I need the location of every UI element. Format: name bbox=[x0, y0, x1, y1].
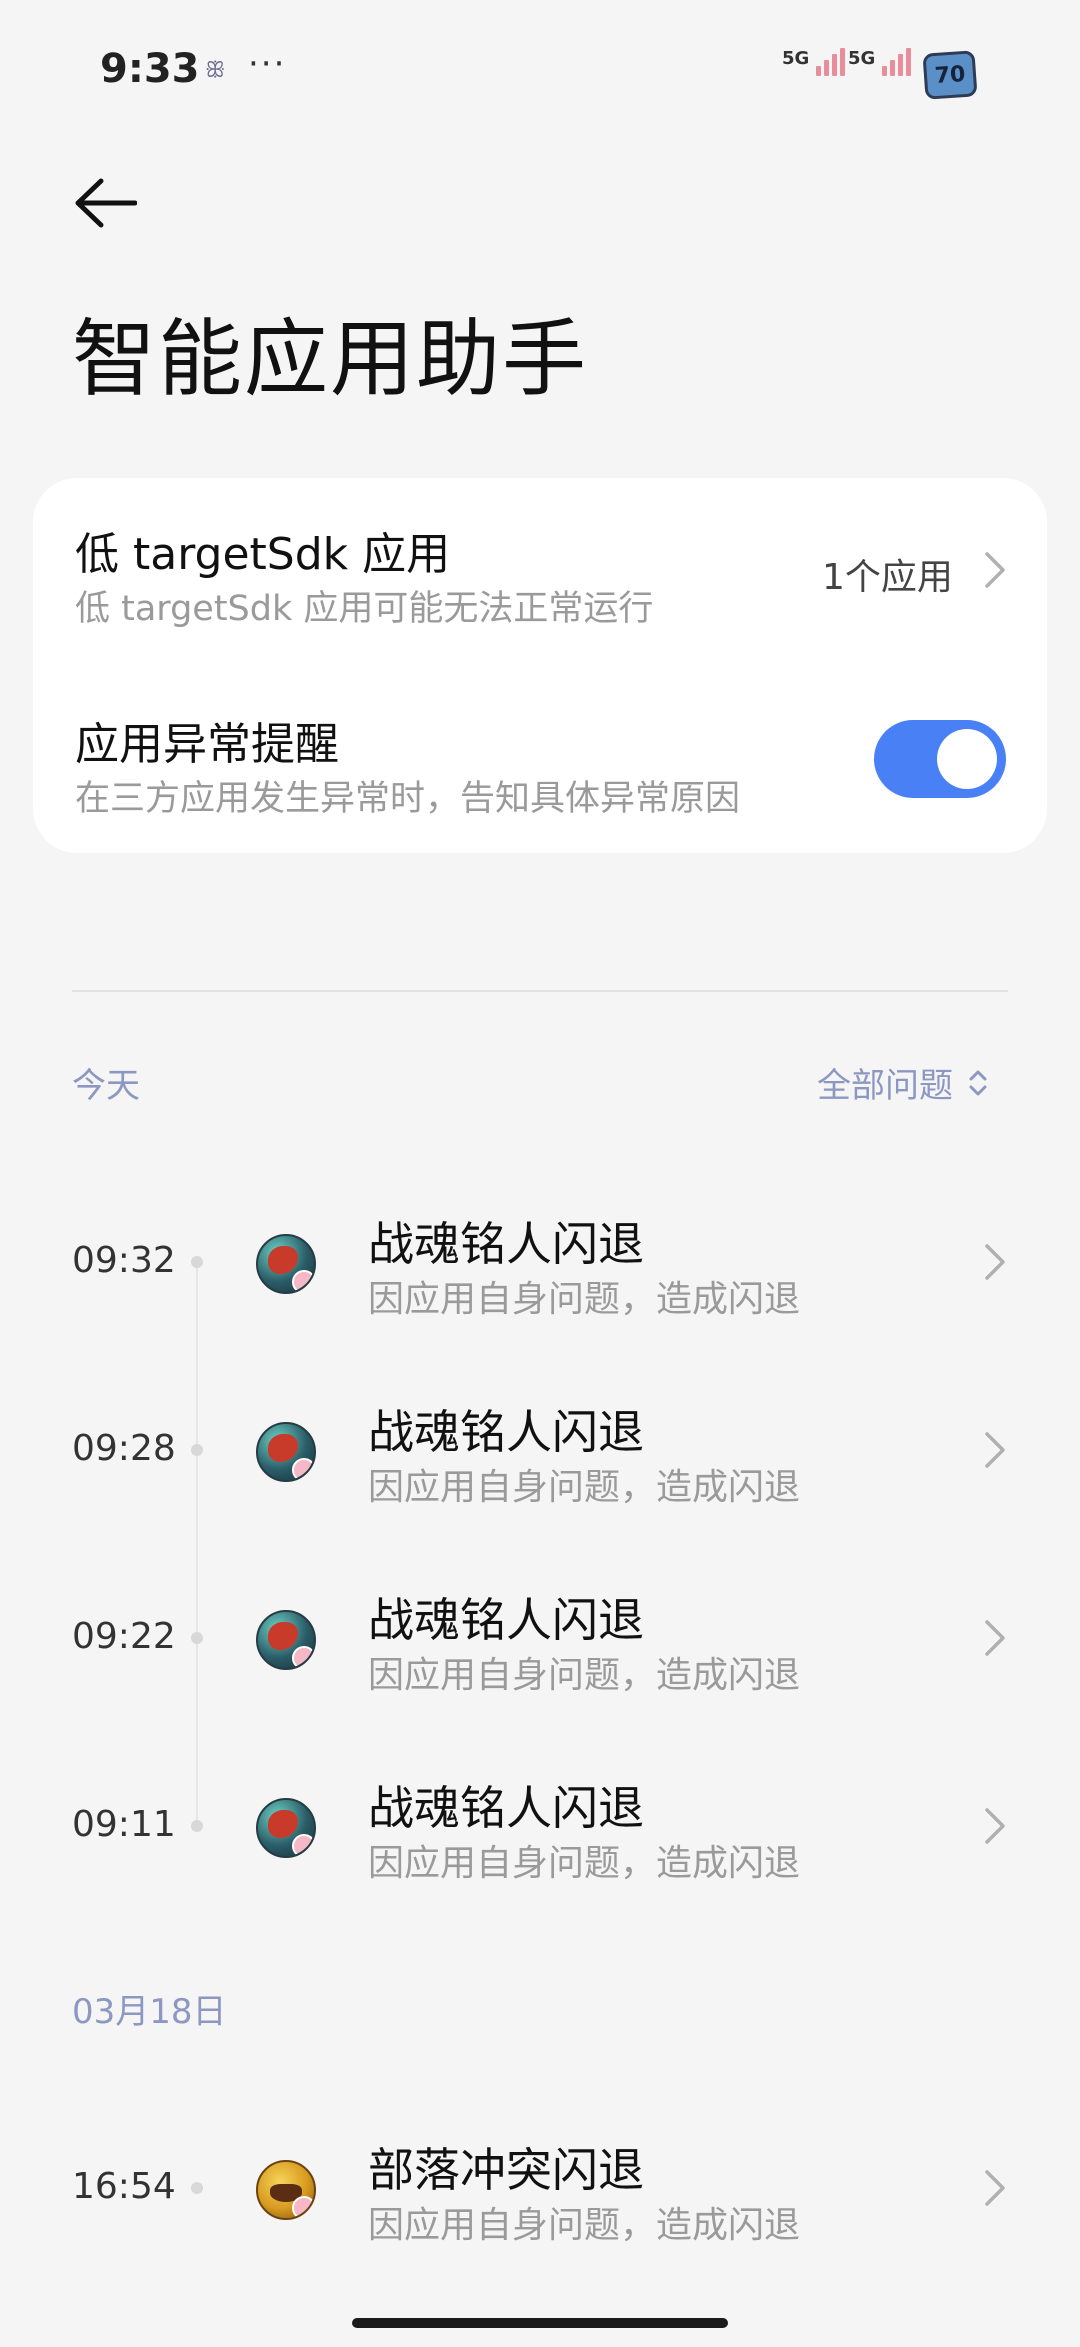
timeline-dot bbox=[191, 1444, 203, 1456]
signal-icon-sim1: 5G bbox=[782, 48, 846, 76]
crash-log-item[interactable]: 09:32 战魂铭人闪退 因应用自身问题，造成闪退 bbox=[0, 1190, 1080, 1330]
soul-knight-app-icon bbox=[256, 1234, 316, 1294]
crash-reason: 因应用自身问题，造成闪退 bbox=[368, 1467, 801, 1508]
timeline-line bbox=[196, 1262, 198, 1827]
chevron-right-icon bbox=[985, 1808, 1005, 1844]
crash-title: 战魂铭人闪退 bbox=[368, 1781, 644, 1835]
crash-log-item[interactable]: 09:11 战魂铭人闪退 因应用自身问题，造成闪退 bbox=[0, 1754, 1080, 1894]
crash-log-item[interactable]: 09:28 战魂铭人闪退 因应用自身问题，造成闪退 bbox=[0, 1378, 1080, 1518]
low-target-sdk-subtitle: 低 targetSdk 应用可能无法正常运行 bbox=[75, 589, 654, 629]
low-target-sdk-title: 低 targetSdk 应用 bbox=[75, 529, 451, 580]
chevron-right-icon bbox=[985, 1432, 1005, 1468]
timeline-dot bbox=[191, 2182, 203, 2194]
low-target-sdk-row[interactable]: 低 targetSdk 应用 低 targetSdk 应用可能无法正常运行 1个… bbox=[33, 500, 1047, 650]
timeline-dot bbox=[191, 1820, 203, 1832]
timeline-dot bbox=[191, 1256, 203, 1268]
crash-title: 战魂铭人闪退 bbox=[368, 1593, 644, 1647]
crash-reason: 因应用自身问题，造成闪退 bbox=[368, 1279, 801, 1320]
app-exception-alert-subtitle: 在三方应用发生异常时，告知具体异常原因 bbox=[75, 779, 741, 819]
app-exception-alert-toggle[interactable] bbox=[874, 720, 1006, 798]
chevron-right-icon bbox=[985, 552, 1005, 588]
crash-time: 09:32 bbox=[72, 1240, 176, 1281]
section-date-mar18: 03月18日 bbox=[72, 1992, 227, 2032]
issue-filter-dropdown[interactable]: 全部问题 bbox=[817, 1058, 989, 1107]
status-time: 9:33 bbox=[100, 46, 200, 92]
network-type-label: 5G bbox=[782, 48, 810, 69]
crash-reason: 因应用自身问题，造成闪退 bbox=[368, 1655, 801, 1696]
app-exception-alert-title: 应用异常提醒 bbox=[75, 719, 339, 770]
crash-title: 部落冲突闪退 bbox=[368, 2143, 644, 2197]
crash-time: 09:22 bbox=[72, 1616, 176, 1657]
toggle-knob bbox=[937, 729, 997, 789]
sort-chevrons-icon bbox=[969, 1070, 987, 1095]
issue-filter-label: 全部问题 bbox=[817, 1066, 953, 1106]
battery-icon: 70 bbox=[922, 50, 978, 100]
section-date-today: 今天 bbox=[72, 1066, 140, 1106]
soul-knight-app-icon bbox=[256, 1798, 316, 1858]
crash-time: 09:11 bbox=[72, 1804, 176, 1845]
crash-title: 战魂铭人闪退 bbox=[368, 1217, 644, 1271]
page-title: 智能应用助手 bbox=[72, 310, 589, 408]
crash-time: 09:28 bbox=[72, 1428, 176, 1469]
soul-knight-app-icon bbox=[256, 1610, 316, 1670]
chevron-right-icon bbox=[985, 2170, 1005, 2206]
back-arrow-icon bbox=[75, 178, 137, 228]
crash-title: 战魂铭人闪退 bbox=[368, 1405, 644, 1459]
crash-time: 16:54 bbox=[72, 2166, 176, 2207]
chevron-right-icon bbox=[985, 1244, 1005, 1280]
back-button[interactable] bbox=[70, 168, 140, 238]
notification-icon: ꕥ bbox=[205, 58, 226, 83]
home-indicator[interactable] bbox=[352, 2318, 728, 2328]
soul-knight-app-icon bbox=[256, 1422, 316, 1482]
timeline-dot bbox=[191, 1632, 203, 1644]
more-notifications-icon: ··· bbox=[248, 44, 287, 84]
clash-of-clans-app-icon bbox=[256, 2160, 316, 2220]
crash-log-item[interactable]: 09:22 战魂铭人闪退 因应用自身问题，造成闪退 bbox=[0, 1566, 1080, 1706]
crash-reason: 因应用自身问题，造成闪退 bbox=[368, 2205, 801, 2246]
crash-log-item[interactable]: 16:54 部落冲突闪退 因应用自身问题，造成闪退 bbox=[0, 2116, 1080, 2256]
signal-icon-sim2: 5G bbox=[848, 48, 912, 76]
low-target-sdk-count: 1个应用 bbox=[822, 557, 953, 598]
chevron-right-icon bbox=[985, 1620, 1005, 1656]
crash-reason: 因应用自身问题，造成闪退 bbox=[368, 1843, 801, 1884]
divider bbox=[72, 990, 1008, 992]
network-type-label: 5G bbox=[848, 48, 876, 69]
